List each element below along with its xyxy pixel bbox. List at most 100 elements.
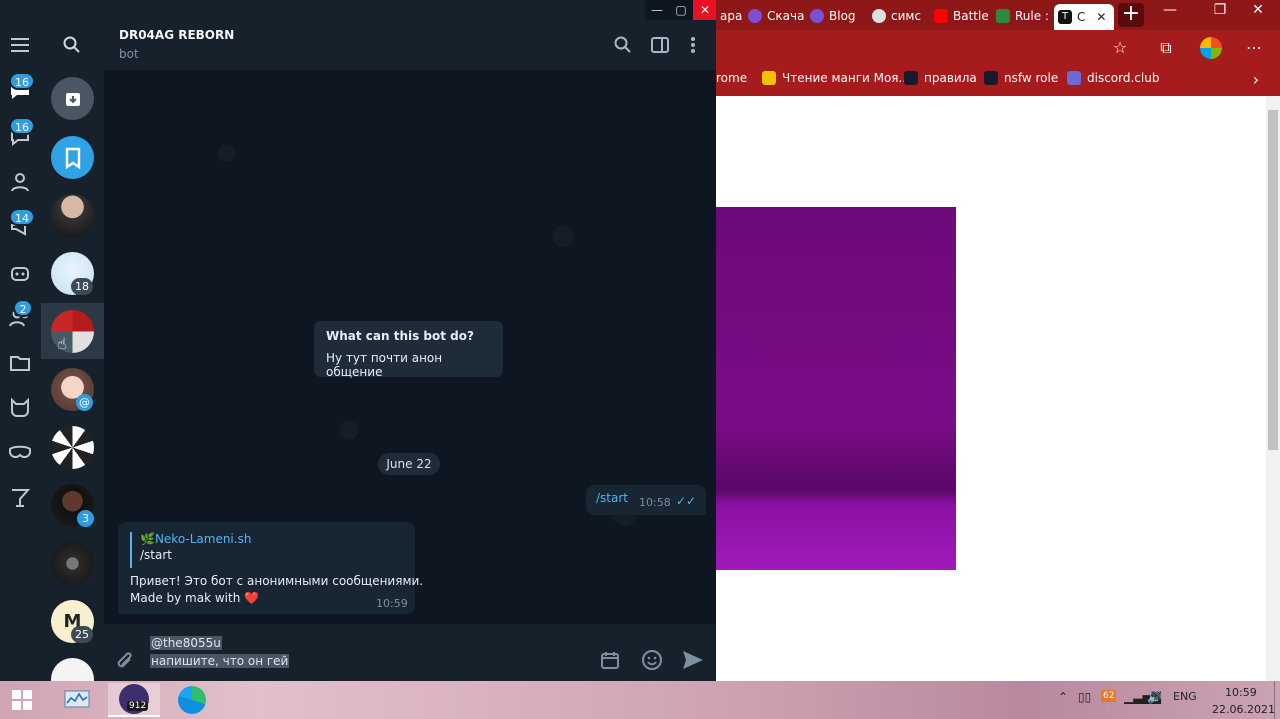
chevron-right-icon[interactable]: › (1246, 70, 1266, 90)
tab-label: С (1077, 10, 1086, 24)
folder-bots[interactable] (5, 258, 35, 288)
chat-saved-messages[interactable] (51, 136, 94, 179)
bookmark-item[interactable]: правила (904, 71, 977, 85)
archive-icon (65, 92, 80, 106)
incoming-message[interactable]: 🌿Neko-Lameni.sh /start Привет! Это бот с… (118, 522, 423, 614)
send-button[interactable] (680, 647, 706, 673)
tab-label: Rule : (1015, 9, 1049, 23)
folder-custom[interactable] (5, 348, 35, 378)
bookmark-label: nsfw role (1004, 71, 1059, 85)
taskbar-app-telegram[interactable]: 912 (108, 683, 160, 717)
chat-header: DR04AG REBORN bot (104, 20, 716, 70)
sidebar-toggle-button[interactable] (649, 34, 671, 56)
minimize-icon[interactable]: — (1148, 0, 1192, 20)
browser-tab[interactable]: симс (868, 4, 928, 28)
bookmark-item[interactable]: nsfw role (984, 71, 1058, 85)
menu-icon[interactable] (5, 30, 35, 60)
maximize-icon[interactable]: ▢ (669, 0, 693, 20)
tray-app-badge[interactable]: 62 (1101, 690, 1117, 702)
folder-channels[interactable]: 14 (5, 208, 35, 242)
bot-icon (11, 267, 29, 281)
bookmark-favicon-icon (984, 71, 998, 85)
start-button[interactable] (0, 683, 44, 717)
taskbar-app-resource-monitor[interactable] (55, 683, 99, 717)
chat-avatar[interactable] (51, 658, 94, 681)
chat-avatar[interactable] (51, 194, 94, 237)
browser-tab[interactable]: Скача (744, 4, 804, 28)
new-tab-button[interactable]: + (1118, 3, 1144, 27)
tab-label: Скача (767, 9, 804, 23)
more-vertical-icon (691, 37, 695, 53)
profile-avatar[interactable] (1200, 37, 1222, 59)
close-icon[interactable]: ✕ (693, 0, 716, 20)
outgoing-message[interactable]: /start 10:58 ✓✓ (586, 485, 706, 515)
folder-cocktail[interactable] (5, 483, 35, 513)
add-favorite-icon[interactable]: ☆ (1110, 38, 1130, 58)
unread-badge: 14 (9, 208, 35, 226)
message-text[interactable]: /start (596, 491, 628, 505)
bot-info-text: Ну тут почти анон общение (326, 351, 443, 379)
titlebar-drag-area[interactable] (104, 0, 645, 20)
sidebar-icon (651, 37, 669, 53)
search-button[interactable] (57, 30, 87, 60)
volume-icon[interactable]: 🔊 (1147, 690, 1162, 704)
message-text-part: Made by mak with (130, 591, 241, 605)
folder-personal[interactable] (5, 167, 35, 197)
chat-avatar[interactable] (51, 426, 94, 469)
browser-tab[interactable]: Rule : (992, 4, 1052, 28)
more-options-button[interactable] (682, 34, 704, 56)
clock-date[interactable]: 22.06.2021 (1212, 703, 1275, 716)
emoji-button[interactable] (639, 647, 665, 673)
browser-tab[interactable]: Blog (806, 4, 866, 28)
message-input-line[interactable]: напишите, что он гей (150, 654, 290, 668)
message-text: Made by mak with ❤️ (130, 591, 259, 605)
folder-chats[interactable]: 16 (5, 117, 35, 151)
show-hidden-icons[interactable]: ⌃ (1058, 690, 1068, 704)
bookmark-favicon-icon (762, 71, 776, 85)
bookmark-item[interactable]: rome (716, 71, 747, 85)
windows-logo-icon (12, 690, 32, 710)
folder-groups[interactable]: 2 (5, 299, 35, 333)
monitor-chart-icon (64, 690, 90, 708)
folder-sidebar: 16 16 14 2 (0, 0, 41, 681)
bookmark-favicon-icon (904, 71, 918, 85)
device-icon[interactable]: ▯▯ (1078, 690, 1091, 704)
bookmark-item[interactable]: discord.club (1067, 71, 1159, 85)
browser-tab[interactable]: ара (716, 4, 744, 28)
bot-info-title: What can this bot do? (326, 329, 474, 343)
telegram-titlebar: — ▢ ✕ (645, 0, 716, 20)
folder-mask[interactable] (5, 438, 35, 468)
more-menu-icon[interactable]: ⋯ (1244, 38, 1264, 58)
folder-all-chats[interactable]: 16 (5, 72, 35, 106)
folder-cat[interactable] (5, 392, 35, 422)
attach-button[interactable] (112, 648, 138, 674)
collections-icon[interactable]: ⧉ (1156, 38, 1176, 58)
browser-tab[interactable]: Battle (930, 4, 990, 28)
clock-time[interactable]: 10:59 (1225, 686, 1257, 699)
schedule-button[interactable] (597, 647, 623, 673)
cat-icon (11, 397, 29, 417)
scrollbar-thumb[interactable] (1268, 110, 1278, 450)
chat-title[interactable]: DR04AG REBORN (119, 28, 234, 42)
search-in-chat-button[interactable] (612, 34, 634, 56)
close-tab-icon[interactable]: ✕ (1096, 10, 1106, 24)
reply-preview[interactable]: 🌿Neko-Lameni.sh /start (130, 532, 330, 568)
taskbar-app-edge[interactable] (170, 683, 214, 717)
chat-archive[interactable] (51, 77, 94, 120)
chat-avatar[interactable] (51, 542, 94, 585)
tab-label: Blog (829, 9, 856, 23)
paperclip-icon (117, 652, 132, 668)
bookmark-label: правила (924, 71, 977, 85)
message-input-line[interactable]: @the8055u (150, 636, 222, 650)
show-desktop-button[interactable] (1274, 681, 1280, 719)
close-window-icon[interactable]: ✕ (1236, 0, 1280, 20)
browser-tab-active[interactable]: T С ✕ (1054, 4, 1114, 30)
tab-label: симс (891, 9, 922, 23)
bookmark-item[interactable]: Чтение манги Моя... (762, 71, 910, 85)
unread-badge: 2 (13, 299, 33, 317)
message-area[interactable]: What can this bot do? Ну тут почти анон … (104, 70, 716, 624)
mention-badge: @ (76, 394, 93, 411)
input-language[interactable]: ENG (1173, 690, 1197, 703)
minimize-icon[interactable]: — (645, 0, 669, 20)
message-time: 10:58 (639, 496, 671, 509)
